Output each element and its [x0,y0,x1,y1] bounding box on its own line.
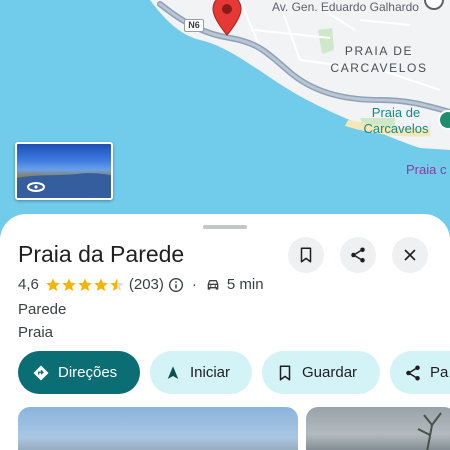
road-shield: N6 [184,19,204,32]
panorama-icon [17,173,111,198]
directions-button[interactable]: Direções [18,351,140,394]
save-label: Guardar [302,364,358,381]
share-chip-button[interactable]: Pa [390,351,450,394]
locality-text: Parede [18,301,67,318]
district-label-line: CARCAVELOS [330,61,428,75]
directions-label: Direções [58,364,118,381]
share-icon [351,247,365,263]
beach-label-line: Praia de [371,105,421,120]
save-chip-button[interactable]: Guardar [262,351,380,394]
share-label: Pa [430,364,449,381]
rating-value: 4,6 [18,276,39,293]
place-details-sheet: Praia da Parede 4,6 (203) · 5 min Parede… [0,214,450,450]
beach-label-line: Carcavelos [363,121,429,136]
rating-row: 4,6 (203) · 5 min [18,276,264,293]
photo-tree [417,412,442,450]
save-button[interactable] [288,237,324,273]
district-label-line: PRAIA DE [344,44,414,58]
share-button[interactable] [340,237,376,273]
street-view-thumbnail[interactable] [15,142,113,200]
beach-label-cut[interactable]: Praia c [406,162,446,177]
category-text: Praia [18,324,54,341]
share-icon [406,365,420,380]
bookmark-icon [279,365,291,380]
separator-dot: · [191,276,197,293]
drive-time: 5 min [226,276,264,293]
star-rating [45,277,125,293]
street-label: Av. Gen. Eduardo Galhardo [272,0,419,14]
star-icon [46,277,60,291]
star-icon [110,277,124,291]
map-view[interactable]: N6 Av. Gen. Eduardo Galhardo PRAIA DE CA… [0,0,450,240]
beach-label[interactable]: Praia de Carcavelos [356,105,436,137]
star-icon [78,277,92,291]
location-pin-icon [212,0,242,36]
star-icon [62,277,76,291]
drag-handle[interactable] [203,225,247,229]
place-photo[interactable] [306,407,450,450]
close-button[interactable] [392,237,428,273]
close-icon [404,249,416,261]
start-navigation-button[interactable]: Iniciar [150,351,252,394]
info-icon[interactable] [168,277,184,293]
review-count[interactable]: (203) [129,276,164,293]
directions-icon [33,365,49,380]
district-label: PRAIA DE CARCAVELOS [320,43,438,77]
navigation-arrow-icon [167,365,179,379]
star-icon [94,277,108,291]
bookmark-icon [300,247,312,263]
place-title: Praia da Parede [18,241,185,267]
start-label: Iniciar [190,364,231,381]
place-photo[interactable] [18,407,298,450]
action-chips: Direções Iniciar Guardar Pa [18,351,450,395]
car-icon [207,279,219,290]
